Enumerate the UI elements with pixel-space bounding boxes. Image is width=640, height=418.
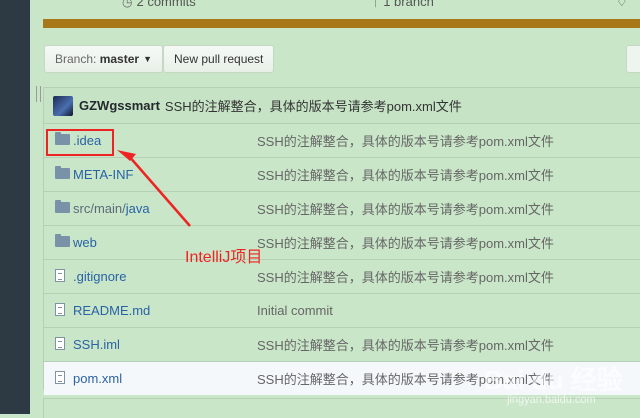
- watermark: Bai du 经验: [484, 365, 623, 395]
- watermark-url: jingyan.baidu.com: [507, 394, 596, 406]
- annotation-arrow: [117, 150, 191, 227]
- annotation-label: IntelliJ项目: [185, 249, 263, 266]
